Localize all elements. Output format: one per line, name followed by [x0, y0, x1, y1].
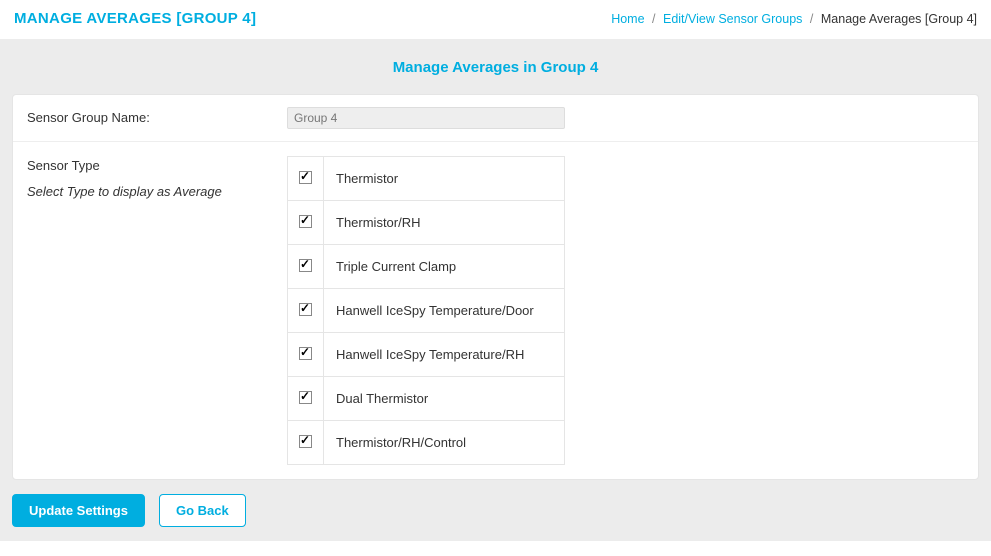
update-settings-button[interactable]: Update Settings — [12, 494, 145, 527]
sensor-type-label-cell: Hanwell IceSpy Temperature/RH — [324, 333, 565, 377]
sensor-type-label-cell: Hanwell IceSpy Temperature/Door — [324, 289, 565, 333]
sensor-type-checkbox[interactable] — [299, 303, 312, 316]
sensor-type-row: Hanwell IceSpy Temperature/Door — [288, 289, 565, 333]
group-name-row: Sensor Group Name: — [13, 95, 978, 142]
content-area: Manage Averages in Group 4 Sensor Group … — [0, 39, 991, 541]
group-name-input[interactable] — [287, 107, 565, 129]
button-row: Update Settings Go Back — [12, 480, 979, 529]
breadcrumb-home[interactable]: Home — [611, 12, 644, 26]
sensor-type-label-cell: Dual Thermistor — [324, 377, 565, 421]
sensor-type-row: Thermistor — [288, 157, 565, 201]
sensor-type-checkbox[interactable] — [299, 435, 312, 448]
sensor-type-checkbox[interactable] — [299, 391, 312, 404]
sensor-type-label-col: Sensor Type Select Type to display as Av… — [27, 156, 287, 201]
subtitle: Manage Averages in Group 4 — [12, 59, 979, 94]
sensor-type-section: Sensor Type Select Type to display as Av… — [13, 142, 978, 479]
sensor-type-label-cell: Thermistor/RH/Control — [324, 421, 565, 465]
sensor-type-label-cell: Triple Current Clamp — [324, 245, 565, 289]
breadcrumb-sep: / — [806, 12, 817, 26]
form-card: Sensor Group Name: Sensor Type Select Ty… — [12, 94, 979, 480]
sensor-type-subtext: Select Type to display as Average — [27, 182, 287, 202]
breadcrumb-current: Manage Averages [Group 4] — [821, 12, 977, 26]
sensor-type-checkbox[interactable] — [299, 259, 312, 272]
breadcrumb: Home / Edit/View Sensor Groups / Manage … — [611, 12, 977, 26]
sensor-type-row: Thermistor/RH/Control — [288, 421, 565, 465]
sensor-type-row: Dual Thermistor — [288, 377, 565, 421]
sensor-type-row: Thermistor/RH — [288, 201, 565, 245]
group-name-label: Sensor Group Name: — [27, 108, 287, 128]
page-title: MANAGE AVERAGES [GROUP 4] — [14, 10, 256, 27]
breadcrumb-sep: / — [648, 12, 659, 26]
sensor-type-label: Sensor Type — [27, 158, 100, 173]
sensor-type-checkbox[interactable] — [299, 171, 312, 184]
breadcrumb-mid[interactable]: Edit/View Sensor Groups — [663, 12, 802, 26]
sensor-type-checkbox[interactable] — [299, 215, 312, 228]
top-bar: MANAGE AVERAGES [GROUP 4] Home / Edit/Vi… — [0, 0, 991, 39]
sensor-type-label-cell: Thermistor — [324, 157, 565, 201]
sensor-type-row: Triple Current Clamp — [288, 245, 565, 289]
go-back-button[interactable]: Go Back — [159, 494, 246, 527]
sensor-type-label-cell: Thermistor/RH — [324, 201, 565, 245]
sensor-type-checkbox[interactable] — [299, 347, 312, 360]
sensor-type-table: ThermistorThermistor/RHTriple Current Cl… — [287, 156, 565, 465]
sensor-type-row: Hanwell IceSpy Temperature/RH — [288, 333, 565, 377]
